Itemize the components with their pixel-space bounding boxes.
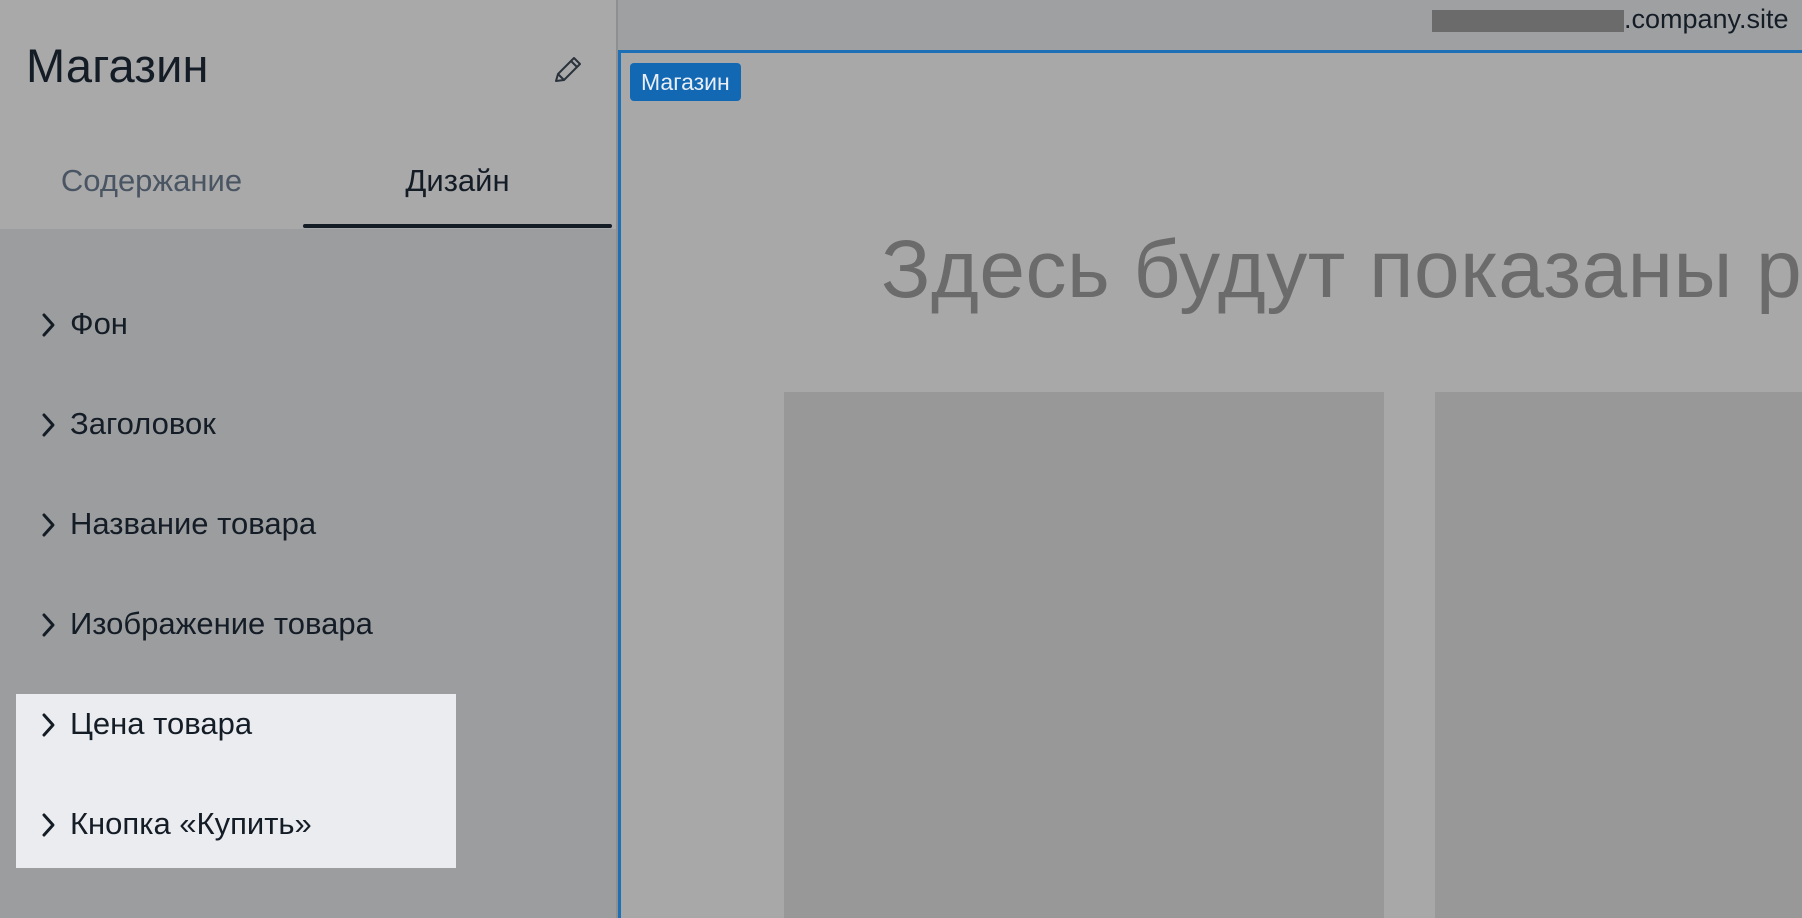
block-label-badge[interactable]: Магазин [630, 63, 741, 101]
section-label: Кнопка «Купить» [70, 806, 312, 841]
section-heading[interactable]: Заголовок [16, 380, 456, 480]
section-label: Заголовок [70, 406, 216, 441]
edit-title-button[interactable] [548, 50, 588, 90]
panel-tabs: Содержание Дизайн [0, 140, 616, 230]
section-background[interactable]: Фон [16, 280, 456, 380]
preview-heading: Здесь будут показаны ре [881, 224, 1802, 315]
section-product-image[interactable]: Изображение товара [16, 580, 456, 680]
pencil-icon [555, 57, 581, 82]
section-label: Изображение товара [70, 606, 373, 641]
product-card-placeholder [784, 392, 1384, 918]
panel-title: Магазин [26, 39, 209, 92]
section-product-price[interactable]: Цена товара [16, 680, 456, 780]
selected-block-frame[interactable]: Магазин Здесь будут показаны ре [618, 50, 1802, 918]
site-domain: .company.site [1624, 4, 1789, 34]
chevron-right-icon [42, 613, 55, 637]
panel-header: Магазин Содержание Дизайн [0, 0, 616, 229]
preview-url-bar: .company.site [618, 0, 1802, 50]
chevron-right-icon [42, 813, 55, 837]
chevron-right-icon [42, 513, 55, 537]
tab-content[interactable]: Содержание [0, 140, 303, 230]
chevron-right-icon [42, 413, 55, 437]
section-label: Название товара [70, 506, 317, 541]
redacted-subdomain [1432, 10, 1624, 32]
tab-design[interactable]: Дизайн [303, 140, 612, 230]
section-label: Фон [70, 306, 128, 341]
product-card-placeholder [1435, 392, 1802, 918]
section-product-name[interactable]: Название товара [16, 480, 456, 580]
site-preview: .company.site Магазин Здесь будут показа… [618, 0, 1802, 918]
active-tab-indicator [303, 224, 612, 228]
chevron-right-icon [42, 313, 55, 337]
chevron-right-icon [42, 713, 55, 737]
settings-panel: Магазин Содержание Дизайн Фон Заголовок … [0, 0, 616, 918]
section-buy-button[interactable]: Кнопка «Купить» [16, 780, 456, 880]
section-label: Цена товара [70, 706, 253, 741]
